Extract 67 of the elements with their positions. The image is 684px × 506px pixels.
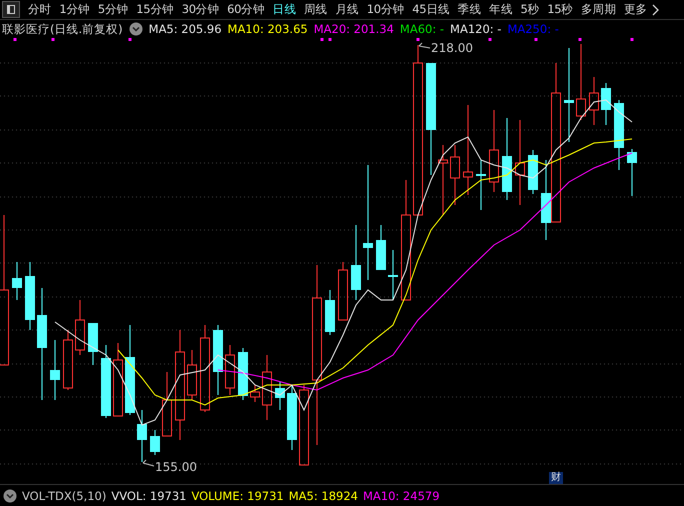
candlestick xyxy=(601,82,611,126)
candlestick xyxy=(187,350,197,400)
candlestick xyxy=(63,330,73,390)
candlestick xyxy=(12,262,22,300)
indicator-value: MA10: 24579 xyxy=(362,488,440,502)
period-tab[interactable]: 5秒 xyxy=(516,2,544,17)
candlestick xyxy=(25,262,35,330)
period-tab[interactable]: 5分钟 xyxy=(94,2,132,17)
candlestick xyxy=(225,344,235,396)
indicator-value: MA10: 203.65 xyxy=(228,22,308,36)
dropdown-icon[interactable] xyxy=(3,488,17,502)
period-tab[interactable]: 年线 xyxy=(485,2,516,17)
period-tab[interactable]: 分时 xyxy=(24,2,56,17)
candlestick xyxy=(75,300,85,356)
indicator-value: MA20: 201.34 xyxy=(314,22,394,36)
candlestick xyxy=(476,160,486,210)
period-tab[interactable]: 多周期 xyxy=(576,2,620,17)
period-tab[interactable]: 45日线 xyxy=(408,2,454,17)
candlestick xyxy=(325,290,335,336)
candlestick xyxy=(338,262,348,320)
candlestick xyxy=(262,354,272,420)
period-tab[interactable]: 10分钟 xyxy=(362,2,408,17)
candlestick xyxy=(376,224,386,270)
period-tab[interactable]: 1分钟 xyxy=(55,2,94,17)
indicator-value: MA5: 18924 xyxy=(288,488,358,502)
candlestick xyxy=(287,384,297,450)
candlestick xyxy=(388,250,398,300)
leader-line xyxy=(142,460,154,466)
indicator-title: VOL-TDX(5,10) xyxy=(22,488,106,502)
dropdown-icon[interactable] xyxy=(128,22,143,36)
indicator-value: MA60: - xyxy=(400,22,444,36)
indicator-value: MA120: - xyxy=(450,22,502,36)
candlestick xyxy=(627,148,637,196)
period-tab[interactable]: 月线 xyxy=(331,2,363,17)
indicator-value: MA5: 205.96 xyxy=(148,22,222,36)
candlestick xyxy=(589,76,599,126)
period-tab[interactable]: 15秒 xyxy=(543,2,577,17)
candlestick xyxy=(162,372,172,436)
period-tab[interactable]: 60分钟 xyxy=(223,2,269,17)
panel-toggle-icon[interactable] xyxy=(2,1,20,18)
low-price-label: 155.00 xyxy=(155,460,197,474)
period-tab[interactable]: 30分钟 xyxy=(178,2,224,17)
candlestick xyxy=(450,144,460,206)
chart-title: 联影医疗(日线.前复权) xyxy=(2,22,123,36)
event-marker[interactable]: 财 xyxy=(549,472,563,484)
period-tab[interactable]: 更多 xyxy=(620,2,652,17)
candlestick xyxy=(275,382,285,410)
candlestick xyxy=(238,348,248,400)
candlestick xyxy=(438,144,448,216)
candlestick xyxy=(150,430,160,456)
candlestick xyxy=(88,322,98,366)
period-tab[interactable]: 周线 xyxy=(300,2,332,17)
candlestick xyxy=(528,150,538,194)
candlestick xyxy=(50,340,60,400)
indicator-value: MA250: - xyxy=(507,22,559,36)
leader-line xyxy=(418,42,430,48)
chevron-right-icon[interactable] xyxy=(652,4,660,16)
candlestick xyxy=(137,410,147,462)
indicator-value: VOLUME: 19731 xyxy=(191,488,284,502)
candlestick xyxy=(213,324,223,396)
candlestick xyxy=(250,384,260,402)
candlestick xyxy=(614,100,624,170)
period-tab[interactable]: 日线 xyxy=(268,2,300,17)
indicator-value: VVOL: 19731 xyxy=(111,488,186,502)
period-tab[interactable]: 15分钟 xyxy=(132,2,178,17)
period-tab[interactable]: 季线 xyxy=(454,2,486,17)
high-price-label: 218.00 xyxy=(431,41,473,55)
